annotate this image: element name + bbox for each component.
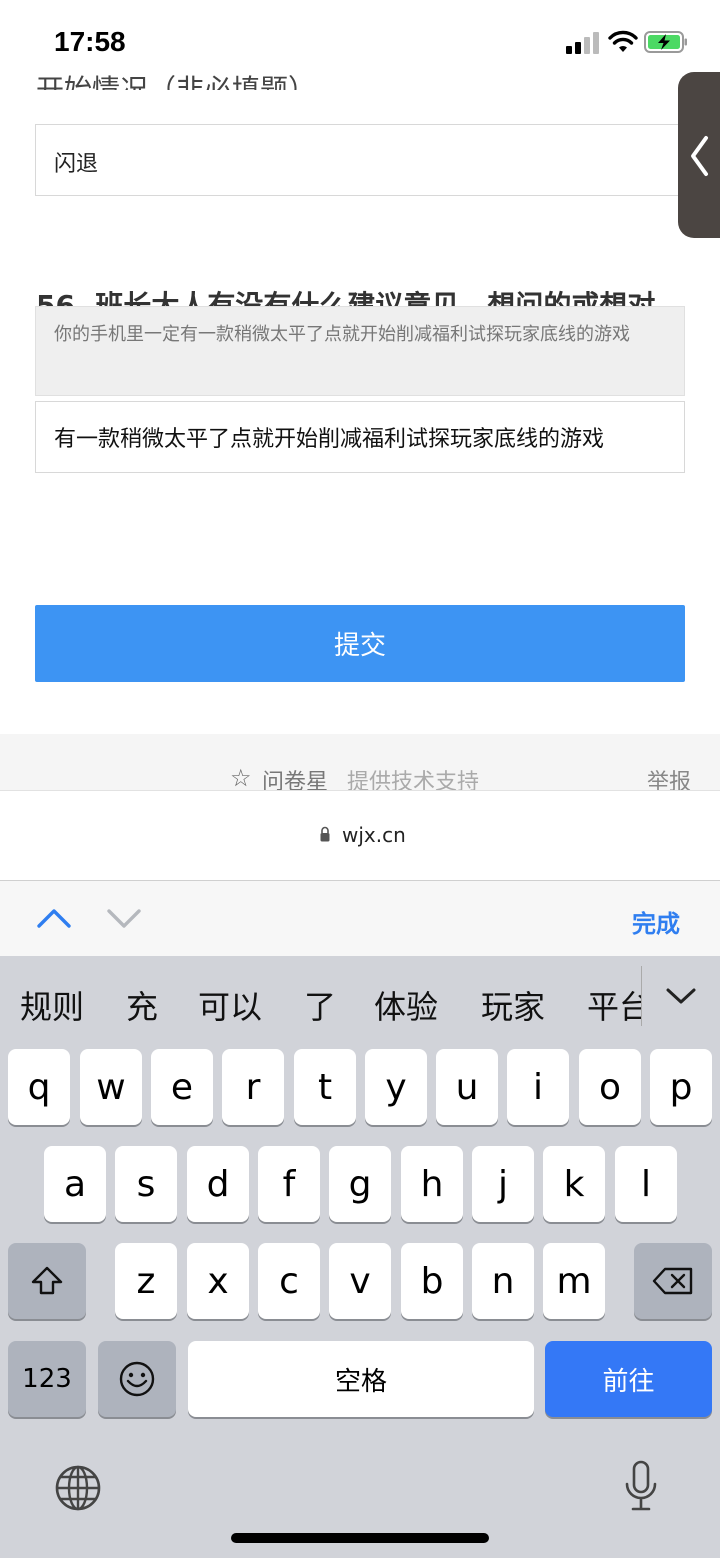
key-q[interactable]: q	[8, 1049, 70, 1125]
previous-question-heading: 开始情况（非必填题）	[36, 73, 317, 90]
home-indicator[interactable]	[231, 1533, 489, 1543]
candidate-word[interactable]: 可以	[198, 982, 262, 1028]
key-e[interactable]: e	[151, 1049, 213, 1125]
key-k[interactable]: k	[543, 1146, 605, 1222]
candidate-word[interactable]: 充	[126, 982, 158, 1028]
key-s[interactable]: s	[115, 1146, 177, 1222]
key-m[interactable]: m	[543, 1243, 605, 1319]
key-o[interactable]: o	[579, 1049, 641, 1125]
key-a[interactable]: a	[44, 1146, 106, 1222]
microphone-icon[interactable]	[622, 1460, 660, 1514]
space-key[interactable]: 空格	[188, 1341, 534, 1417]
candidate-word[interactable]: 规则	[20, 982, 84, 1028]
key-r[interactable]: r	[222, 1049, 284, 1125]
key-j[interactable]: j	[472, 1146, 534, 1222]
chevron-left-icon	[691, 136, 708, 176]
previous-answer-field[interactable]	[35, 124, 695, 196]
shift-arrow-icon	[31, 1266, 63, 1295]
go-key[interactable]: 前往	[545, 1341, 712, 1417]
lock-icon	[320, 826, 330, 842]
cellular-signal-icon	[566, 32, 604, 54]
battery-charging-icon	[644, 31, 687, 53]
key-p[interactable]: p	[650, 1049, 712, 1125]
autofill-suggestion-text: 你的手机里一定有一款稍微太平了点就开始削减福利试探玩家底线的游戏	[54, 324, 630, 345]
emoji-icon	[119, 1361, 155, 1397]
emoji-key[interactable]	[98, 1341, 176, 1417]
next-field-chevron-down-icon[interactable]	[106, 900, 142, 936]
question-title: 56. 班长大人有没有什么建议意见，想问的或想对	[36, 289, 656, 306]
key-v[interactable]: v	[329, 1243, 391, 1319]
previous-answer-text: 闪退	[54, 152, 99, 177]
done-button[interactable]: 完成	[632, 904, 680, 939]
key-y[interactable]: y	[365, 1049, 427, 1125]
candidate-word[interactable]: 玩家	[481, 982, 545, 1028]
submit-button[interactable]: 提交	[35, 605, 685, 682]
key-d[interactable]: d	[187, 1146, 249, 1222]
star-icon: ☆	[230, 764, 252, 792]
key-b[interactable]: b	[401, 1243, 463, 1319]
answer-input-text: 有一款稍微太平了点就开始削减福利试探玩家底线的游戏	[54, 427, 605, 452]
key-x[interactable]: x	[187, 1243, 249, 1319]
key-t[interactable]: t	[294, 1049, 356, 1125]
key-h[interactable]: h	[401, 1146, 463, 1222]
chevron-down-icon[interactable]	[664, 984, 698, 1008]
key-i[interactable]: i	[507, 1049, 569, 1125]
candidate-word[interactable]: 了	[304, 982, 336, 1028]
url-text: wjx.cn	[342, 823, 406, 847]
key-c[interactable]: c	[258, 1243, 320, 1319]
key-g[interactable]: g	[329, 1146, 391, 1222]
delete-key[interactable]	[634, 1243, 712, 1319]
candidate-divider	[641, 966, 642, 1026]
key-w[interactable]: w	[80, 1049, 142, 1125]
key-u[interactable]: u	[436, 1049, 498, 1125]
key-n[interactable]: n	[472, 1243, 534, 1319]
previous-field-chevron-up-icon[interactable]	[36, 900, 72, 936]
wifi-icon	[608, 30, 638, 52]
status-time: 17:58	[54, 26, 126, 57]
backspace-icon	[652, 1267, 693, 1295]
shift-key[interactable]	[8, 1243, 86, 1319]
globe-icon[interactable]	[54, 1464, 102, 1512]
key-f[interactable]: f	[258, 1146, 320, 1222]
candidate-word[interactable]: 体验	[374, 982, 438, 1028]
key-z[interactable]: z	[115, 1243, 177, 1319]
candidate-word[interactable]: 平台	[587, 982, 641, 1028]
numbers-key[interactable]: 123	[8, 1341, 86, 1417]
key-l[interactable]: l	[615, 1146, 677, 1222]
